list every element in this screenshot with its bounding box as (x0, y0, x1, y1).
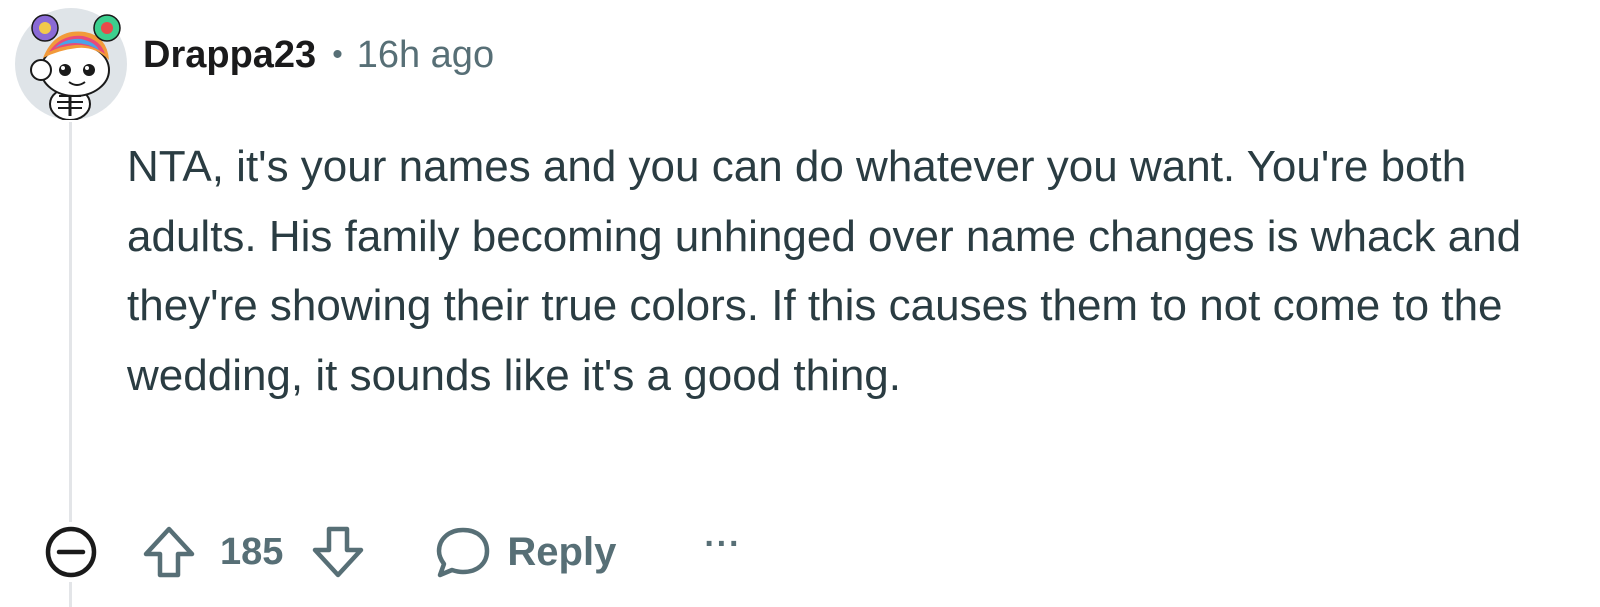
comment-header: Drappa23 • 16h ago (143, 30, 494, 80)
comment-timestamp[interactable]: 16h ago (357, 34, 494, 77)
collapse-button[interactable] (44, 525, 98, 579)
more-options-button[interactable]: ··· (704, 525, 741, 564)
comment-body: NTA, it's your names and you can do what… (127, 142, 1522, 400)
avatar-snoo-icon (15, 8, 127, 121)
avatar[interactable] (15, 8, 127, 121)
downvote-button[interactable] (311, 524, 365, 580)
vote-score: 185 (220, 530, 284, 573)
arrow-up-outline-icon (143, 526, 195, 578)
reply-label: Reply (507, 529, 617, 574)
reply-button[interactable]: Reply (435, 525, 616, 579)
author-username[interactable]: Drappa23 (143, 34, 316, 77)
comment-action-bar: 185 Reply ··· (44, 520, 741, 584)
thread-line-continuation[interactable] (69, 582, 72, 607)
speech-bubble-icon (437, 527, 490, 578)
thread-line[interactable] (69, 122, 72, 522)
collapse-minus-circle-icon (45, 526, 97, 578)
arrow-down-outline-icon (313, 526, 364, 578)
upvote-button[interactable] (142, 524, 196, 580)
meta-separator: • (332, 38, 343, 71)
